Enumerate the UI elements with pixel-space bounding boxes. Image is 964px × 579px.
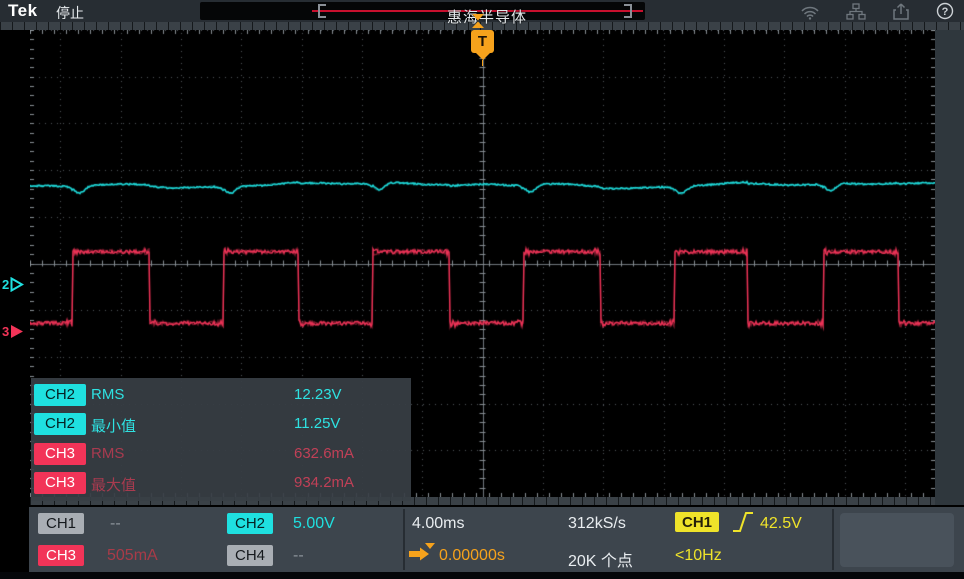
measurement-panel: CH2 RMS 12.23V CH2 最小值 11.25V CH3 RMS 63… xyxy=(31,378,411,501)
tek-logo: Tek xyxy=(8,1,38,20)
ch1-badge[interactable]: CH1 xyxy=(38,513,84,534)
measurement-value: 934.2mA xyxy=(294,474,355,491)
timebase-readout[interactable]: 4.00ms xyxy=(412,515,464,533)
measurement-row: CH3 最大值 934.2mA xyxy=(31,472,411,496)
trigger-position-marker[interactable] xyxy=(472,14,484,33)
ch2-marker-number: 2 xyxy=(2,277,10,292)
trigger-frequency-readout: <10Hz xyxy=(675,547,722,564)
ch2-badge[interactable]: CH2 xyxy=(227,513,273,534)
measurement-value: 12.23V xyxy=(294,386,342,403)
divider xyxy=(403,509,405,570)
horizontal-position-readout[interactable]: 0.00000s xyxy=(439,547,505,565)
status-bar: CH1 -- CH2 5.00V CH3 505mA CH4 -- 4.00ms… xyxy=(29,507,964,572)
record-view-left-bracket xyxy=(318,4,326,18)
ch2-reference-marker[interactable]: 2 xyxy=(2,277,25,292)
ch2-marker-arrow-icon xyxy=(10,277,25,292)
ch2-scale: 5.00V xyxy=(293,515,335,532)
measurement-value: 632.6mA xyxy=(294,445,355,462)
ch3-marker-arrow-icon xyxy=(11,325,24,338)
measurement-value: 11.25V xyxy=(294,415,341,432)
ch3-reference-marker[interactable]: 3 xyxy=(2,324,24,339)
record-length-readout: 20K 个点 xyxy=(568,553,633,570)
ch3-badge[interactable]: CH3 xyxy=(34,472,86,494)
record-view-right-bracket xyxy=(624,4,632,18)
measurement-label: 最大值 xyxy=(91,477,137,494)
wifi-icon[interactable] xyxy=(800,3,820,20)
network-icon[interactable] xyxy=(846,2,866,20)
trigger-flag-stem xyxy=(482,60,483,66)
ch2-badge[interactable]: CH2 xyxy=(34,413,86,435)
acquisition-status: 停止 xyxy=(56,5,84,21)
rising-edge-slope-icon xyxy=(732,510,754,539)
record-view-indicator[interactable] xyxy=(200,2,645,20)
sample-rate-readout: 312kS/s xyxy=(568,515,626,532)
measurement-label: 最小值 xyxy=(91,418,137,435)
bottom-strip xyxy=(0,572,964,579)
trigger-level-readout[interactable]: 42.5V xyxy=(760,515,802,533)
ch1-scale: -- xyxy=(110,515,121,532)
ch3-marker-number: 3 xyxy=(2,324,10,339)
empty-menu-panel[interactable] xyxy=(840,513,954,567)
ch3-badge[interactable]: CH3 xyxy=(38,545,84,566)
ch4-badge[interactable]: CH4 xyxy=(227,545,273,566)
measurement-row: CH3 RMS 632.6mA xyxy=(31,443,411,467)
oscilloscope-screen: Tek 停止 ? 惠海半导体 T 2 3 CH2 RMS 12.23V CH2 … xyxy=(0,0,964,579)
watermark-text: 惠海半导体 xyxy=(446,9,528,26)
ch2-badge[interactable]: CH2 xyxy=(34,384,86,406)
svg-text:?: ? xyxy=(942,6,949,18)
trigger-flag-tail xyxy=(476,53,490,60)
ch4-scale: -- xyxy=(293,547,304,564)
help-icon[interactable]: ? xyxy=(936,2,954,20)
measurement-label: RMS xyxy=(91,445,125,462)
measurement-row: CH2 最小值 11.25V xyxy=(31,413,411,437)
ch3-scale: 505mA xyxy=(107,547,158,564)
divider xyxy=(832,509,834,570)
right-margin xyxy=(935,30,964,505)
measurement-label: RMS xyxy=(91,386,125,403)
horizontal-position-icon xyxy=(408,543,436,566)
trigger-flag-badge[interactable]: T xyxy=(471,30,494,53)
measurement-row: CH2 RMS 12.23V xyxy=(31,384,411,408)
file-save-icon[interactable] xyxy=(892,2,910,20)
ch3-badge[interactable]: CH3 xyxy=(34,443,86,465)
trigger-source-badge[interactable]: CH1 xyxy=(675,512,719,532)
